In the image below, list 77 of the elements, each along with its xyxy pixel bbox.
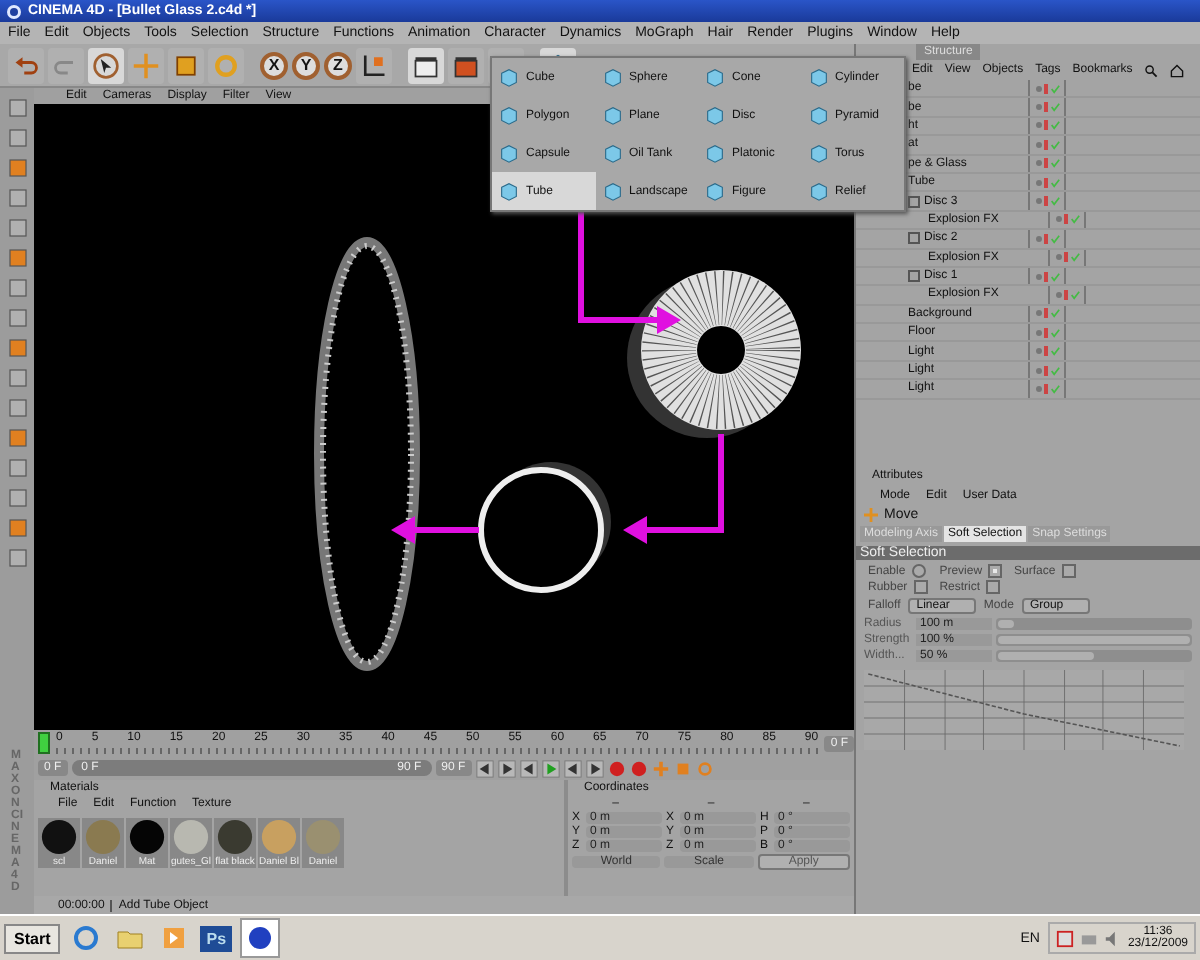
radio-button[interactable] — [911, 564, 926, 578]
ring-drawing — [478, 462, 611, 593]
primitive-icon — [498, 142, 520, 164]
search-icon[interactable] — [1144, 63, 1159, 77]
slider-track[interactable] — [996, 650, 1192, 662]
primitive-icon — [498, 180, 520, 202]
playhead[interactable] — [38, 732, 50, 754]
scale-icon[interactable] — [168, 47, 204, 83]
collapse-icon[interactable] — [908, 195, 920, 208]
visibility-dot-icon[interactable] — [1035, 179, 1041, 186]
mode-icon[interactable] — [5, 396, 29, 420]
key-icon[interactable] — [695, 759, 714, 777]
move-icon — [864, 508, 878, 522]
coordinate-system-icon[interactable] — [356, 47, 392, 83]
mode-icon[interactable] — [5, 546, 29, 570]
checkbox[interactable] — [988, 564, 1003, 578]
primitive-icon — [601, 180, 623, 202]
primitive-icon — [704, 180, 726, 202]
playback-icon[interactable] — [519, 759, 538, 777]
collapse-icon[interactable] — [908, 270, 920, 283]
visibility-dot-icon[interactable] — [1035, 198, 1041, 205]
mode-icon[interactable] — [5, 246, 29, 270]
primitive-icon — [807, 142, 829, 164]
arrow — [391, 516, 479, 544]
mode-icon[interactable] — [5, 516, 29, 540]
checkbox[interactable] — [1061, 564, 1076, 578]
visibility-dot-icon[interactable] — [1055, 254, 1061, 261]
slider-track[interactable] — [996, 618, 1192, 630]
axis-lock-button[interactable]: Z — [324, 51, 352, 79]
undo-icon[interactable] — [8, 47, 44, 83]
primitive-icon — [704, 142, 726, 164]
playback-icon[interactable] — [585, 759, 604, 777]
visibility-dot-icon[interactable] — [1035, 310, 1041, 317]
mode-icon[interactable] — [5, 426, 29, 450]
visibility-dot-icon[interactable] — [1035, 385, 1041, 392]
axis-lock-button[interactable]: Y — [292, 51, 320, 79]
checkbox[interactable] — [913, 580, 928, 594]
visibility-dot-icon[interactable] — [1035, 141, 1041, 148]
key-icon[interactable] — [673, 759, 692, 777]
axis-lock-button[interactable]: X — [260, 51, 288, 79]
mode-icon[interactable] — [5, 126, 29, 150]
key-icon[interactable] — [651, 759, 670, 777]
mode-icon[interactable] — [5, 96, 29, 120]
visibility-dot-icon[interactable] — [1035, 235, 1041, 242]
mode-icon[interactable] — [5, 306, 29, 330]
mode-icon[interactable] — [5, 276, 29, 300]
mode-icon[interactable] — [5, 156, 29, 180]
arrow — [578, 208, 681, 334]
collapse-icon[interactable] — [908, 232, 920, 245]
primitive-icon — [807, 180, 829, 202]
visibility-dot-icon[interactable] — [1035, 104, 1041, 111]
start-button[interactable]: Start — [4, 923, 61, 953]
mode-icon[interactable] — [5, 366, 29, 390]
mode-icon[interactable] — [5, 336, 29, 360]
mode-icon[interactable] — [5, 456, 29, 480]
visibility-dot-icon[interactable] — [1035, 367, 1041, 374]
photoshop-taskbar-button[interactable]: Ps — [200, 925, 233, 951]
select-arrow-icon[interactable] — [88, 47, 124, 83]
playback-icon[interactable] — [497, 759, 516, 777]
visibility-dot-icon[interactable] — [1055, 291, 1061, 298]
app-logo-icon — [6, 3, 22, 19]
visibility-dot-icon[interactable] — [1035, 329, 1041, 336]
mode-icon[interactable] — [5, 186, 29, 210]
mode-icon[interactable] — [5, 486, 29, 510]
visibility-dot-icon[interactable] — [1055, 216, 1061, 223]
checkbox[interactable] — [986, 580, 1001, 594]
primitive-icon — [601, 142, 623, 164]
playback-icon[interactable] — [563, 759, 582, 777]
visibility-dot-icon[interactable] — [1035, 348, 1041, 355]
arrow — [623, 434, 724, 544]
playback-icon[interactable] — [475, 759, 494, 777]
visibility-dot-icon[interactable] — [1035, 122, 1041, 129]
home-icon[interactable] — [1170, 63, 1185, 77]
visibility-dot-icon[interactable] — [1035, 273, 1041, 280]
mode-icon[interactable] — [5, 216, 29, 240]
visibility-dot-icon[interactable] — [1035, 85, 1041, 92]
visibility-dot-icon[interactable] — [1035, 160, 1041, 167]
